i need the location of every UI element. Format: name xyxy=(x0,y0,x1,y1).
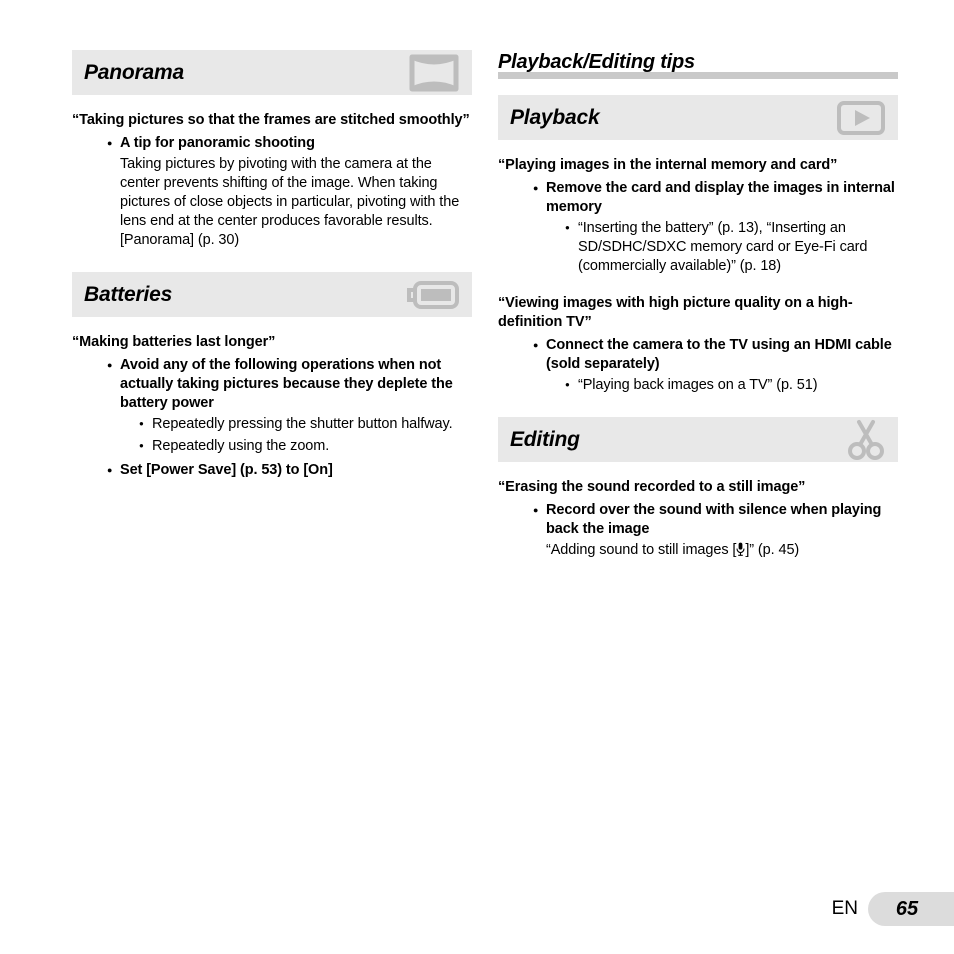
bullet-list-level1: Record over the sound with silence when … xyxy=(533,500,898,539)
quote-heading: “Making batteries last longer” xyxy=(72,334,276,350)
section-title-panorama: Panorama xyxy=(84,60,184,84)
left-column: Panorama “Taking pictures so that the fr… xyxy=(72,50,472,482)
page-number-box: 65 xyxy=(868,892,954,926)
panorama-icon xyxy=(408,50,472,95)
bullet-item: Remove the card and display the images i… xyxy=(533,178,898,217)
bullet-item: A tip for panoramic shooting xyxy=(107,133,472,153)
section-band-panorama: Panorama xyxy=(72,50,472,95)
quote-heading: “Erasing the sound recorded to a still i… xyxy=(498,479,806,495)
bullet-list-level2: “Inserting the battery” (p. 13), “Insert… xyxy=(565,218,898,276)
cross-reference: “Adding sound to still images [ ]” (p. 45… xyxy=(546,541,898,562)
bullet-item: Avoid any of the following operations wh… xyxy=(107,355,472,413)
section-title-playback: Playback xyxy=(510,105,600,129)
sub-bullet-item: “Inserting the battery” (p. 13), “Insert… xyxy=(565,218,898,276)
quote-heading: “Playing images in the internal memory a… xyxy=(498,157,838,173)
sub-bullet-wrapper: “Inserting the battery” (p. 13), “Insert… xyxy=(533,218,898,276)
scissors-icon xyxy=(846,417,898,462)
section-title-editing: Editing xyxy=(510,427,580,451)
bullet-item: Connect the camera to the TV using an HD… xyxy=(533,335,898,374)
section-band-batteries: Batteries xyxy=(72,272,472,317)
quote-heading: “Taking pictures so that the frames are … xyxy=(72,112,470,128)
quote-heading: “Viewing images with high picture qualit… xyxy=(498,295,853,330)
bullet-list-level2: Repeatedly pressing the shutter button h… xyxy=(139,414,472,456)
sub-bullet-wrapper: Repeatedly pressing the shutter button h… xyxy=(107,414,472,456)
sub-bullet-item: “Playing back images on a TV” (p. 51) xyxy=(565,375,898,395)
bullet-item: Record over the sound with silence when … xyxy=(533,500,898,539)
bullet-item: Set [Power Save] (p. 53) to [On] xyxy=(107,460,472,480)
bullet-list-level1: Avoid any of the following operations wh… xyxy=(107,355,472,480)
page-footer: EN 65 xyxy=(832,892,954,926)
battery-icon xyxy=(406,272,472,317)
bullet-list-level1: A tip for panoramic shooting xyxy=(107,133,472,153)
body-paragraph: Taking pictures by pivoting with the cam… xyxy=(120,156,460,229)
language-label: EN xyxy=(831,898,858,919)
manual-page: Panorama “Taking pictures so that the fr… xyxy=(0,0,954,954)
cross-reference: [Panorama] (p. 30) xyxy=(120,232,240,248)
cross-reference-prefix: “Adding sound to still images [ xyxy=(546,542,737,558)
sub-bullet-item: Repeatedly using the zoom. xyxy=(139,436,472,456)
sub-bullet-wrapper: “Playing back images on a TV” (p. 51) xyxy=(533,375,898,395)
play-icon xyxy=(836,95,898,140)
right-column: Playback/Editing tips Playback “Playing … xyxy=(498,50,898,562)
page-title: Playback/Editing tips xyxy=(498,50,898,80)
section-title-batteries: Batteries xyxy=(84,282,173,306)
page-number: 65 xyxy=(895,897,919,920)
cross-reference-suffix: ]” (p. 45) xyxy=(745,542,800,558)
bullet-list-level2: “Playing back images on a TV” (p. 51) xyxy=(565,375,898,395)
bullet-list-level1: Connect the camera to the TV using an HD… xyxy=(533,335,898,395)
section-band-editing: Editing xyxy=(498,417,898,462)
bullet-list-level1: Remove the card and display the images i… xyxy=(533,178,898,276)
page-title-text: Playback/Editing tips xyxy=(498,51,695,73)
section-band-playback: Playback xyxy=(498,95,898,140)
sub-bullet-item: Repeatedly pressing the shutter button h… xyxy=(139,414,472,434)
microphone-icon xyxy=(736,542,745,562)
